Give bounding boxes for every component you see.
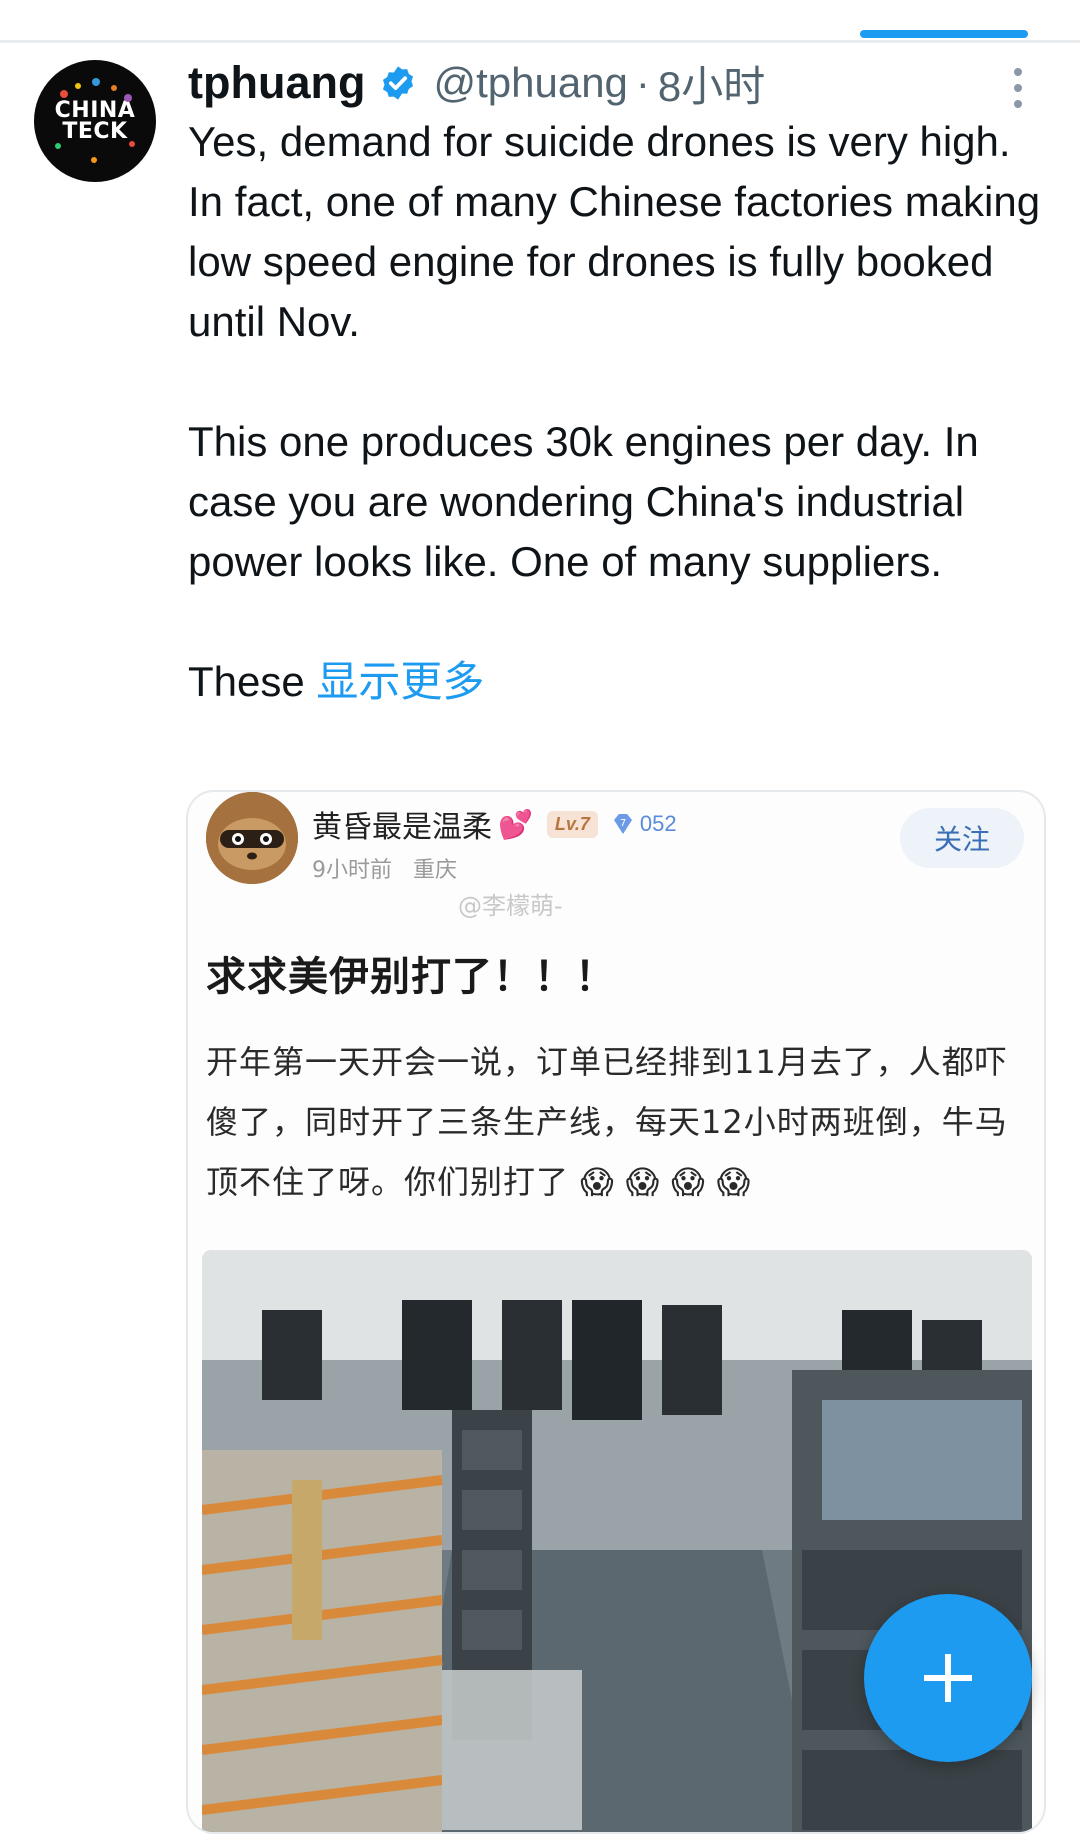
- top-divider: [0, 40, 1080, 43]
- diamond-icon: 7: [613, 814, 632, 834]
- tweet-paragraph-3-text: These: [188, 658, 305, 705]
- compose-button[interactable]: [864, 1594, 1032, 1762]
- tweet-paragraph-1: Yes, demand for suicide drones is very h…: [188, 118, 1041, 345]
- tweet-text: Yes, demand for suicide drones is very h…: [188, 112, 1048, 712]
- tweet-header: tphuang @tphuang · 8小时: [188, 54, 765, 112]
- embedded-post-time: 9小时前: [312, 858, 392, 883]
- verified-badge-icon: [383, 66, 414, 100]
- more-vertical-icon[interactable]: [1006, 66, 1030, 110]
- author-name[interactable]: tphuang: [188, 57, 365, 109]
- embedded-post-meta: 9小时前 重庆: [312, 852, 457, 884]
- heart-emoji: 💕: [498, 808, 533, 840]
- plus-icon: [924, 1654, 972, 1702]
- author-avatar[interactable]: CHINA TECK: [34, 60, 156, 182]
- embedded-post-title: 求求美伊别打了！！！: [206, 954, 616, 1000]
- separator-dot: ·: [635, 59, 650, 106]
- weibo-watermark: @李檬萌-: [458, 892, 563, 920]
- follow-button: 关注: [900, 808, 1024, 868]
- level-badge: Lv.7: [546, 810, 598, 838]
- tweet-time[interactable]: 8小时: [658, 53, 765, 114]
- author-handle[interactable]: @tphuang: [433, 59, 627, 107]
- tweet-paragraph-2: This one produces 30k engines per day. I…: [188, 418, 979, 585]
- gem-level: 7: [620, 818, 626, 829]
- embedded-post-location: 重庆: [412, 858, 457, 883]
- embedded-post-body: 开年第一天开会一说，订单已经排到11月去了，人都吓傻了，同时开了三条生产线，每天…: [206, 1032, 1026, 1212]
- scared-face-emoji: 😱: [625, 1163, 661, 1201]
- scared-face-emoji: 😱: [580, 1163, 615, 1201]
- scared-face-emoji: 😱: [671, 1163, 706, 1201]
- raccoon-avatar-icon: [206, 792, 298, 884]
- scared-face-emoji: 😱: [716, 1163, 752, 1201]
- avatar-decoration: [55, 78, 135, 163]
- tab-indicator: [860, 30, 1028, 38]
- show-more-link[interactable]: 显示更多: [316, 658, 484, 705]
- embedded-user-avatar: [206, 792, 298, 884]
- embedded-user-row: 黄昏最是温柔 💕 Lv.7 7 052: [312, 802, 677, 846]
- gem-count: 052: [639, 811, 677, 836]
- embedded-username: 黄昏最是温柔: [312, 810, 492, 845]
- tweet-paragraph-3: These 显示更多: [188, 652, 1048, 712]
